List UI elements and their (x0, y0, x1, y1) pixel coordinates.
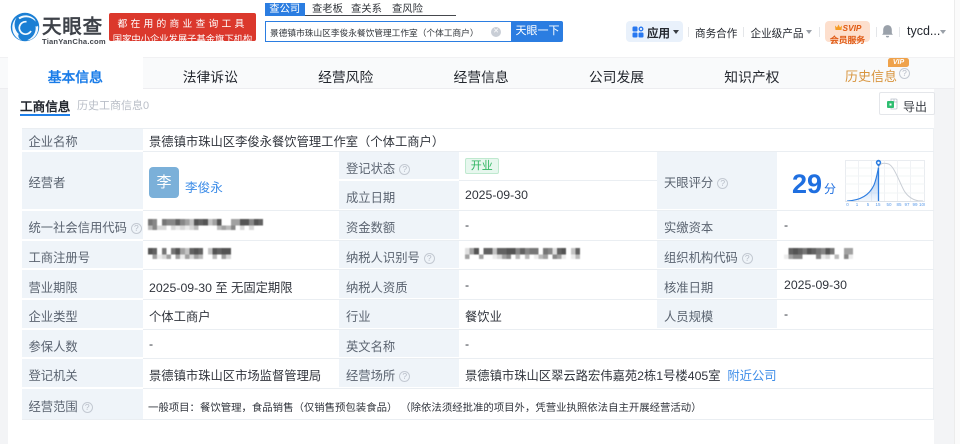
svg-text:50: 50 (886, 202, 892, 206)
svg-text:85: 85 (896, 202, 902, 206)
svg-text:99: 99 (912, 202, 918, 206)
svg-text:97: 97 (904, 202, 910, 206)
svg-text:0: 0 (846, 202, 849, 206)
svg-text:1: 1 (856, 202, 859, 206)
svg-text:15: 15 (875, 202, 881, 206)
svg-text:5: 5 (867, 202, 870, 206)
svg-text:100: 100 (919, 202, 925, 206)
